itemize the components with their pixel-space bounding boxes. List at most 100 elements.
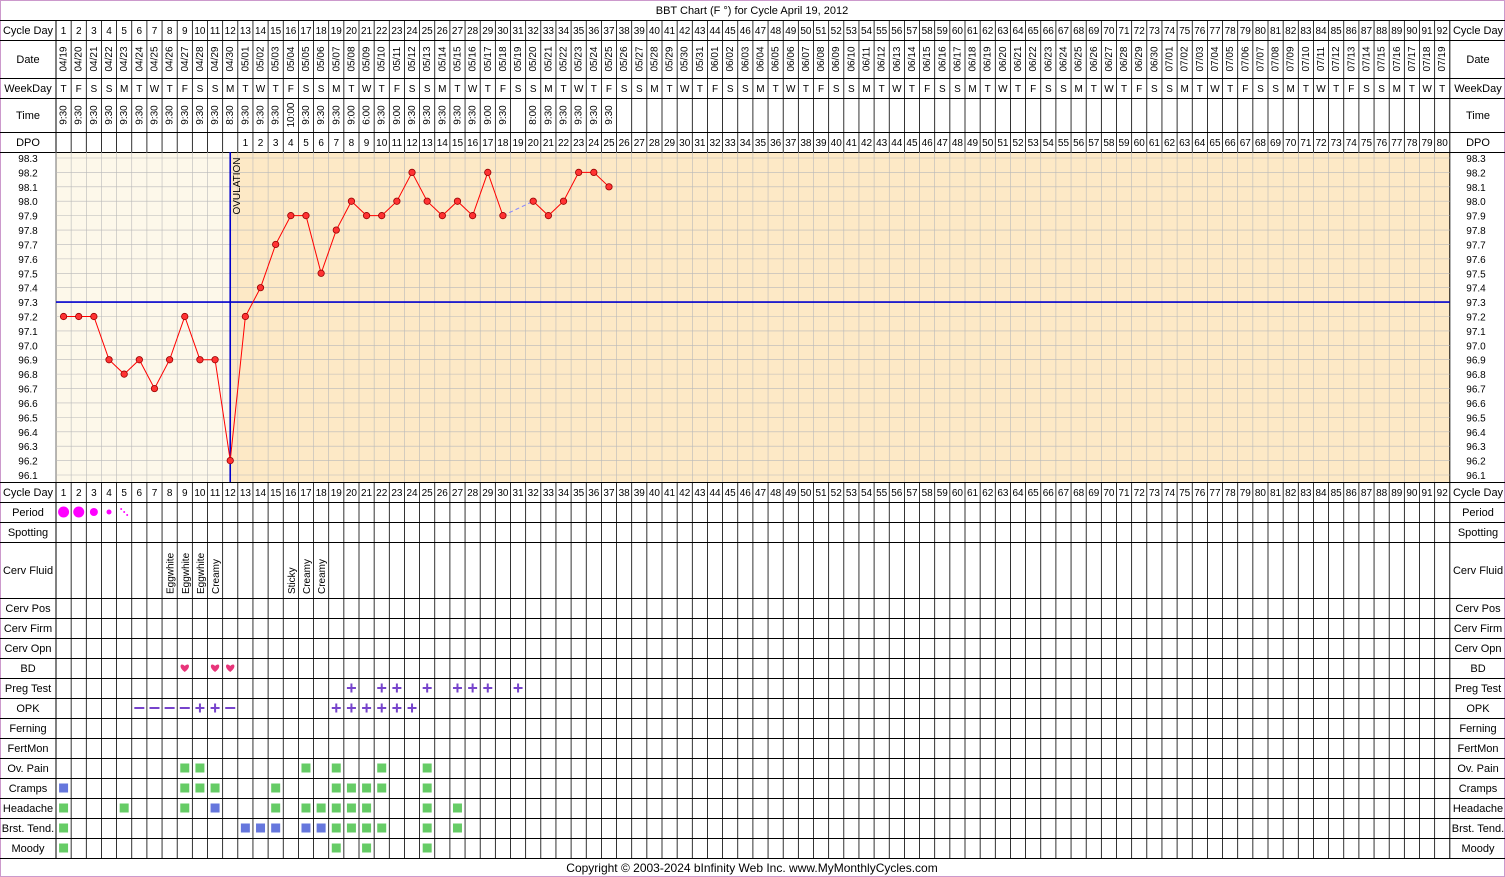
date-cell: 07/05 <box>1225 46 1236 71</box>
headache-marker <box>346 803 356 813</box>
time-cell: 9:30 <box>59 105 70 125</box>
cycle-day-number-bottom: 75 <box>1179 488 1191 499</box>
cycle-day-number-bottom: 68 <box>1073 488 1085 499</box>
weekday-cell: T <box>61 84 67 95</box>
date-cell: 06/17 <box>952 46 963 71</box>
date-cell: 04/25 <box>149 46 160 71</box>
dpo-cell: 20 <box>528 138 540 149</box>
cycle-day-number: 4 <box>106 26 112 37</box>
cycle-day-number: 33 <box>543 26 555 37</box>
time-cell: 9:30 <box>165 105 176 125</box>
cycle-day-number: 52 <box>831 26 843 37</box>
dpo-cell: 71 <box>1300 138 1312 149</box>
date-cell: 05/07 <box>331 46 342 71</box>
dpo-cell: 33 <box>725 138 737 149</box>
brst-tend-marker <box>59 823 69 833</box>
temp-axis-label-right: 98.0 <box>1466 197 1486 208</box>
dpo-cell: 28 <box>649 138 661 149</box>
date-cell: 06/18 <box>968 46 979 71</box>
cycle-day-number-bottom: 46 <box>740 488 752 499</box>
cycle-day-number: 29 <box>482 26 494 37</box>
time-cell: 9:30 <box>210 105 221 125</box>
cycle-day-number: 18 <box>316 26 328 37</box>
cycle-day-number: 77 <box>1209 26 1221 37</box>
weekday-cell: S <box>212 84 219 95</box>
row-label-cerv-firm-right: Cerv Firm <box>1454 623 1502 635</box>
dpo-cell: 44 <box>891 138 903 149</box>
weekday-cell: T <box>273 84 279 95</box>
cycle-day-number: 71 <box>1119 26 1131 37</box>
date-cell: 06/15 <box>922 46 933 71</box>
row-label-weekday-right: WeekDay <box>1454 83 1502 95</box>
time-cell: 6:00 <box>362 105 373 125</box>
cycle-day-number-bottom: 59 <box>937 488 949 499</box>
cycle-day-number-bottom: 1 <box>61 488 67 499</box>
temp-axis-label-right: 97.9 <box>1466 212 1486 223</box>
weekday-cell: T <box>1333 84 1339 95</box>
weekday-cell: T <box>485 84 491 95</box>
cycle-day-number: 32 <box>528 26 540 37</box>
date-cell: 06/01 <box>710 46 721 71</box>
weekday-cell: T <box>1303 84 1309 95</box>
cycle-day-number: 40 <box>649 26 661 37</box>
date-cell: 05/15 <box>452 46 463 71</box>
cycle-day-number: 41 <box>664 26 676 37</box>
dpo-cell: 78 <box>1406 138 1418 149</box>
weekday-cell: W <box>998 84 1008 95</box>
row-label-cerv-opn-right: Cerv Opn <box>1454 643 1501 655</box>
date-cell: 06/06 <box>786 46 797 71</box>
weekday-cell: W <box>256 84 266 95</box>
cerv-fluid-entry: Sticky <box>287 567 298 594</box>
temp-axis-label-left: 97.1 <box>18 327 38 338</box>
cycle-day-number: 73 <box>1149 26 1161 37</box>
cycle-day-number: 2 <box>76 26 82 37</box>
cramps-marker <box>180 783 190 793</box>
cycle-day-number: 36 <box>588 26 600 37</box>
temp-axis-label-left: 96.4 <box>18 428 38 439</box>
row-label-ov-pain: Ov. Pain <box>7 763 48 775</box>
row-label-date-right: Date <box>1466 54 1489 66</box>
date-cell: 04/28 <box>195 46 206 71</box>
cycle-day-number: 86 <box>1346 26 1358 37</box>
temp-axis-label-right: 97.1 <box>1466 327 1486 338</box>
dpo-cell: 74 <box>1346 138 1358 149</box>
date-cell: 07/04 <box>1210 46 1221 71</box>
dpo-cell: 21 <box>543 138 555 149</box>
weekday-cell: T <box>1197 84 1203 95</box>
date-cell: 06/11 <box>862 46 873 71</box>
ov-pain-marker <box>195 763 205 773</box>
dpo-cell: 17 <box>482 138 494 149</box>
time-cell: 10:00 <box>286 102 297 127</box>
row-label-cycle-day: Cycle Day <box>3 25 54 37</box>
row-label-moody: Moody <box>11 843 45 855</box>
row-label-date: Date <box>16 54 39 66</box>
cycle-day-number: 47 <box>755 26 767 37</box>
cycle-day-number-bottom: 91 <box>1422 488 1434 499</box>
weekday-cell: T <box>985 84 991 95</box>
weekday-cell: T <box>1091 84 1097 95</box>
date-cell: 06/30 <box>1149 46 1160 71</box>
weekday-cell: S <box>91 84 98 95</box>
date-cell: 07/14 <box>1361 46 1372 71</box>
temp-axis-label-right: 98.2 <box>1466 168 1486 179</box>
temp-point-day-22 <box>378 212 386 220</box>
dpo-cell: 29 <box>664 138 676 149</box>
date-cell: 05/29 <box>665 46 676 71</box>
time-cell: 9:30 <box>134 105 145 125</box>
cycle-day-number-bottom: 17 <box>300 488 312 499</box>
cycle-day-number: 51 <box>816 26 828 37</box>
period-spotting-dot <box>123 511 126 513</box>
cycle-day-number: 55 <box>876 26 888 37</box>
weekday-cell: S <box>197 84 204 95</box>
ov-pain-marker <box>377 763 387 773</box>
date-cell: 06/07 <box>801 46 812 71</box>
cycle-day-number-bottom: 2 <box>76 488 82 499</box>
row-label-cycle-day-right: Cycle Day <box>1453 25 1504 37</box>
time-cell: 9:30 <box>301 105 312 125</box>
moody-marker <box>422 843 432 853</box>
weekday-cell: F <box>818 84 824 95</box>
date-cell: 04/21 <box>89 46 100 71</box>
cycle-day-number-bottom: 47 <box>755 488 767 499</box>
dpo-cell: 6 <box>318 138 324 149</box>
cycle-day-number: 21 <box>361 26 373 37</box>
